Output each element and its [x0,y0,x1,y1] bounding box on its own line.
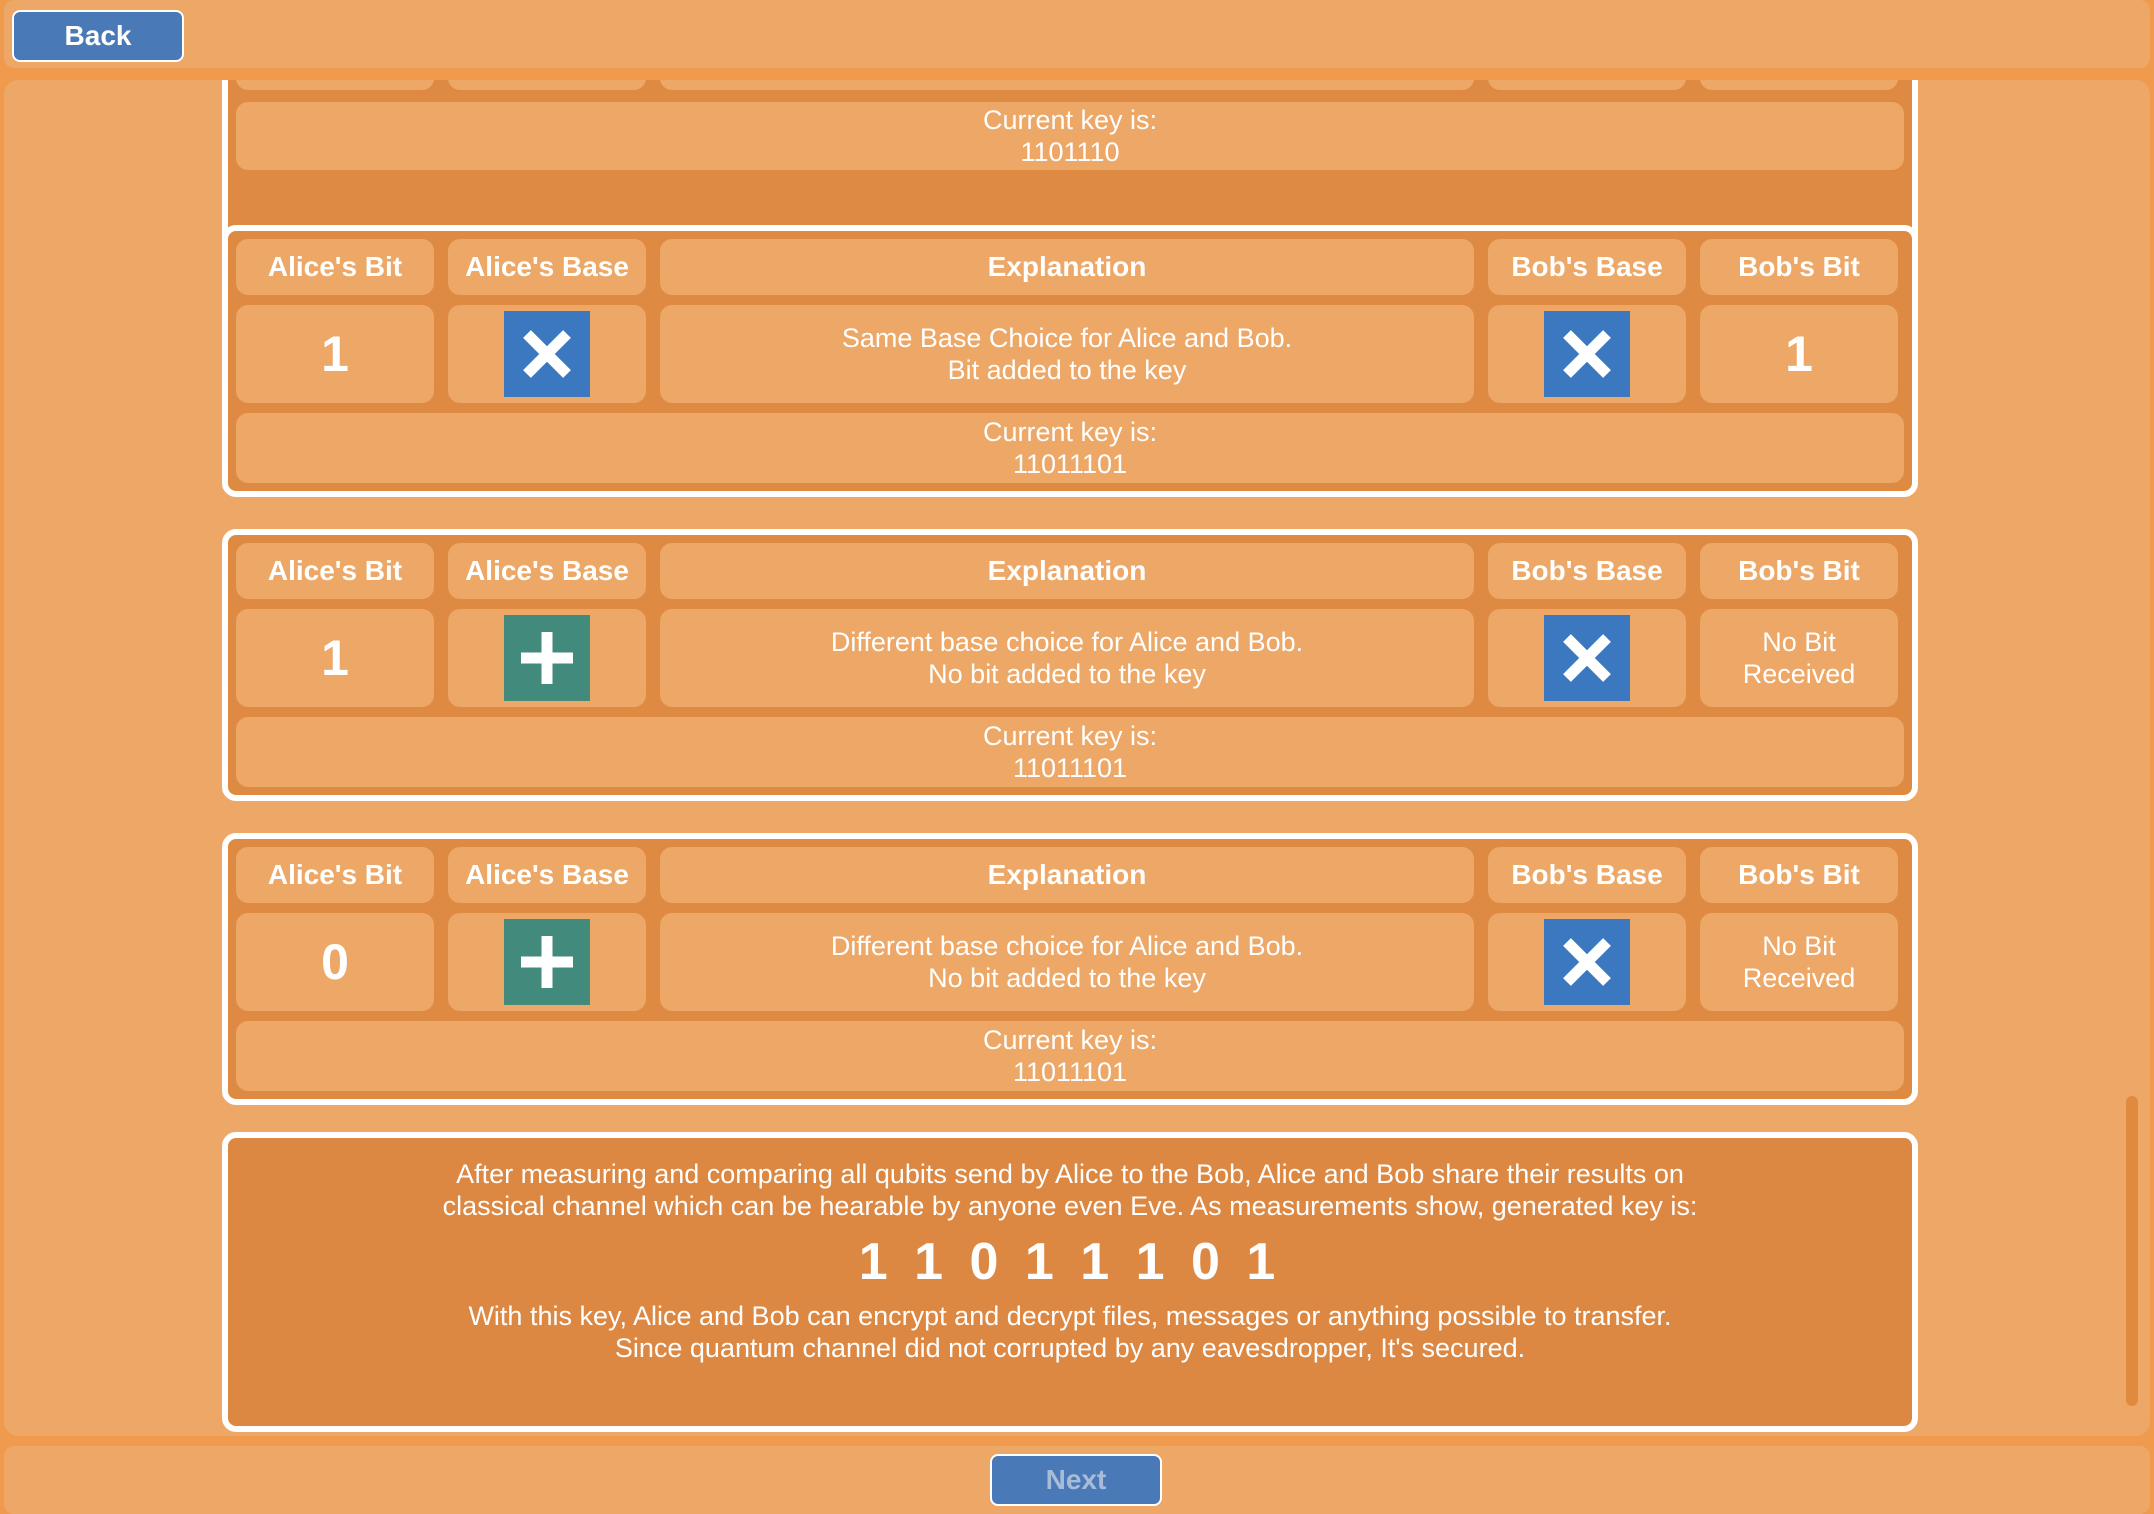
no-bit-line: Received [1742,659,1856,689]
x-icon [1544,615,1630,701]
top-bar [4,0,2150,68]
x-icon [504,311,590,397]
explanation-line: Different base choice for Alice and Bob. [830,931,1304,961]
partial-cell [236,80,434,90]
bob-bit-value: 1 [1700,305,1898,403]
round-card: Alice's Bit Alice's Base Explanation Bob… [222,529,1918,801]
back-button[interactable]: Back [12,10,184,62]
header-bob-bit: Bob's Bit [1700,543,1898,599]
explanation-text: Different base choice for Alice and Bob.… [660,913,1474,1011]
round-card: Alice's Bit Alice's Base Explanation Bob… [222,225,1918,497]
header-explanation: Explanation [660,239,1474,295]
bob-bit-none: No Bit Received [1700,913,1898,1011]
alice-base-cell [448,305,646,403]
header-bob-bit: Bob's Bit [1700,239,1898,295]
x-icon [1544,311,1630,397]
current-key-box: Current key is: 1101110 [236,102,1904,170]
explanation-line: No bit added to the key [928,659,1206,689]
bob-base-cell [1488,609,1686,707]
partial-cell [448,80,646,90]
alice-bit-value: 0 [236,913,434,1011]
current-key-label: Current key is: [982,721,1158,751]
x-icon [1544,919,1630,1005]
partial-cell [1488,80,1686,90]
bob-base-cell [1488,913,1686,1011]
header-bob-bit: Bob's Bit [1700,847,1898,903]
header-bob-base: Bob's Base [1488,847,1686,903]
plus-icon [504,615,590,701]
current-key-value: 1101110 [1020,137,1120,167]
current-key-box: Current key is: 11011101 [236,1021,1904,1091]
header-alice-bit: Alice's Bit [236,543,434,599]
partial-cell [1700,80,1898,90]
current-key-value: 11011101 [1012,449,1128,479]
header-explanation: Explanation [660,543,1474,599]
alice-base-cell [448,913,646,1011]
next-button[interactable]: Next [990,1454,1162,1506]
alice-bit-value: 1 [236,609,434,707]
current-key-label: Current key is: [982,1025,1158,1055]
round-card: Alice's Bit Alice's Base Explanation Bob… [222,833,1918,1105]
header-alice-base: Alice's Base [448,543,646,599]
partial-cell [660,80,1474,90]
summary-box: After measuring and comparing all qubits… [222,1132,1918,1432]
current-key-box: Current key is: 11011101 [236,717,1904,787]
alice-bit-value: 1 [236,305,434,403]
header-alice-base: Alice's Base [448,847,646,903]
current-key-label: Current key is: [982,105,1158,135]
header-alice-bit: Alice's Bit [236,239,434,295]
current-key-box: Current key is: 11011101 [236,413,1904,483]
bob-base-cell [1488,305,1686,403]
no-bit-line: Received [1742,963,1856,993]
no-bit-line: No Bit [1762,931,1836,961]
explanation-line: Different base choice for Alice and Bob. [830,627,1304,657]
alice-base-cell [448,609,646,707]
current-key-value: 11011101 [1012,1057,1128,1087]
header-bob-base: Bob's Base [1488,543,1686,599]
explanation-line: Same Base Choice for Alice and Bob. [841,323,1293,353]
header-explanation: Explanation [660,847,1474,903]
no-bit-line: No Bit [1762,627,1836,657]
plus-icon [504,919,590,1005]
summary-outro-line1: With this key, Alice and Bob can encrypt… [468,1301,1672,1331]
header-alice-base: Alice's Base [448,239,646,295]
bob-bit-none: No Bit Received [1700,609,1898,707]
header-bob-base: Bob's Base [1488,239,1686,295]
scrollbar-thumb[interactable] [2126,1096,2138,1406]
explanation-text: Different base choice for Alice and Bob.… [660,609,1474,707]
summary-outro-line2: Since quantum channel did not corrupted … [614,1333,1526,1363]
current-key-value: 11011101 [1012,753,1128,783]
summary-intro: After measuring and comparing all qubits… [442,1159,1698,1221]
results-scroll-panel[interactable]: Current key is: 1101110 Alice's Bit Alic… [4,80,2150,1436]
current-key-label: Current key is: [982,417,1158,447]
results-content: Current key is: 1101110 Alice's Bit Alic… [4,80,2150,1436]
explanation-line: Bit added to the key [947,355,1187,385]
generated-key: 1 1 0 1 1 1 0 1 [858,1233,1282,1291]
explanation-text: Same Base Choice for Alice and Bob. Bit … [660,305,1474,403]
header-alice-bit: Alice's Bit [236,847,434,903]
explanation-line: No bit added to the key [928,963,1206,993]
